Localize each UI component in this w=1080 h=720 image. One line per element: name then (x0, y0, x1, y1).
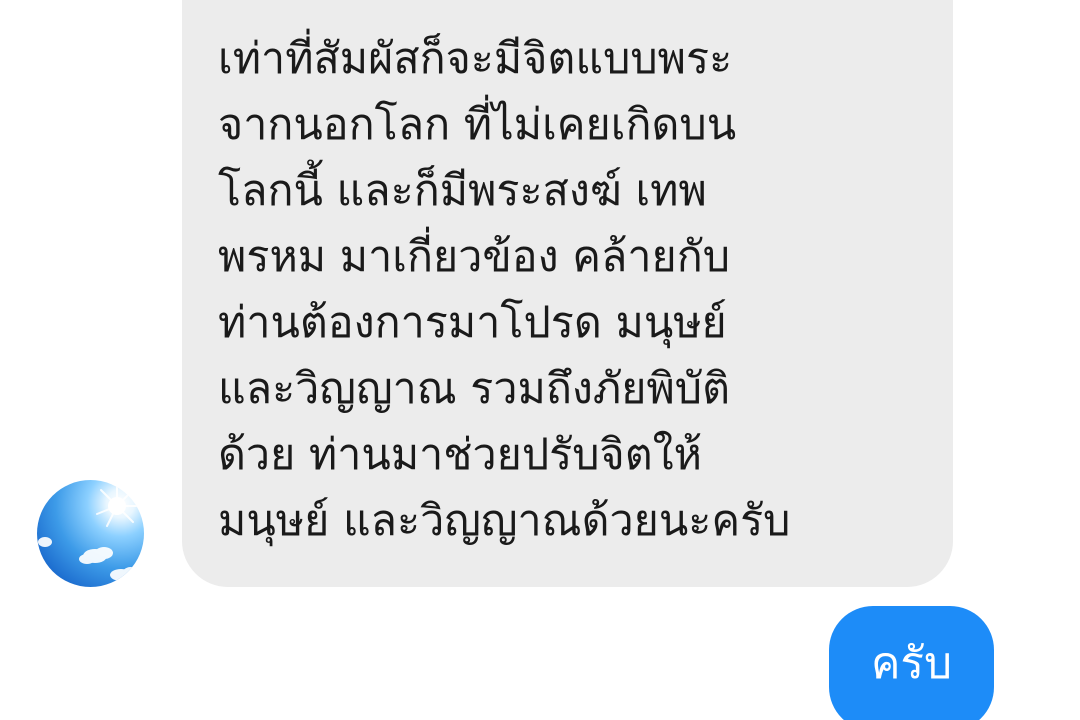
chat-thread: เท่าที่สัมผัสก็จะมีจิตแบบพระ จากนอกโลก ท… (0, 0, 1080, 720)
outgoing-message-bubble[interactable]: ครับ (829, 606, 994, 720)
sender-avatar[interactable] (37, 480, 144, 587)
incoming-message-text: เท่าที่สัมผัสก็จะมีจิตแบบพระ จากนอกโลก ท… (218, 34, 791, 546)
sky-sun-avatar-icon (38, 483, 140, 581)
outgoing-message-text: ครับ (871, 638, 952, 689)
incoming-message-bubble[interactable]: เท่าที่สัมผัสก็จะมีจิตแบบพระ จากนอกโลก ท… (182, 0, 953, 587)
